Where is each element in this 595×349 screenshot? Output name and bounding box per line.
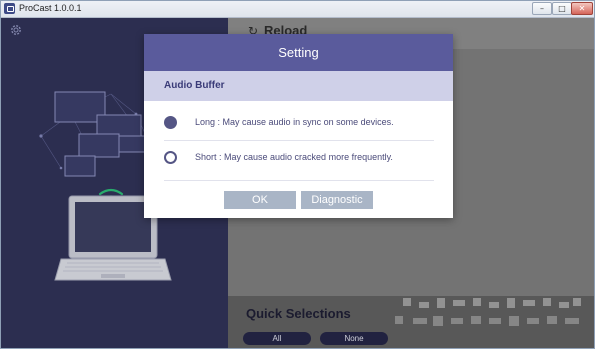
title-bar: ProCast 1.0.0.1 – □ ✕ — [1, 1, 594, 18]
app-logo-icon — [4, 3, 15, 14]
ok-button[interactable]: OK — [224, 191, 296, 209]
minimize-button[interactable]: – — [532, 2, 552, 15]
pixelated-overlay — [395, 298, 581, 326]
dialog-title: Setting — [278, 45, 319, 60]
diagnostic-button[interactable]: Diagnostic — [301, 191, 373, 209]
option-long-label: Long : May cause audio in sync on some d… — [195, 117, 394, 127]
close-button[interactable]: ✕ — [571, 2, 593, 15]
radio-long[interactable] — [164, 116, 177, 129]
option-short[interactable]: Short : May cause audio cracked more fre… — [144, 146, 453, 172]
setting-dialog: Setting Audio Buffer Long : May cause au… — [144, 34, 453, 218]
maximize-button[interactable]: □ — [552, 2, 572, 15]
option-long[interactable]: Long : May cause audio in sync on some d… — [144, 111, 453, 137]
section-label: Audio Buffer — [164, 80, 225, 91]
dialog-header: Setting — [144, 34, 453, 71]
audio-buffer-section: Audio Buffer — [144, 71, 453, 101]
app-window: ProCast 1.0.0.1 – □ ✕ ↻ Reload Quick Sel… — [0, 0, 595, 349]
option-short-label: Short : May cause audio cracked more fre… — [195, 152, 393, 162]
footer-divider — [164, 180, 434, 181]
radio-short[interactable] — [164, 151, 177, 164]
window-title: ProCast 1.0.0.1 — [19, 3, 82, 13]
option-divider — [164, 140, 434, 141]
